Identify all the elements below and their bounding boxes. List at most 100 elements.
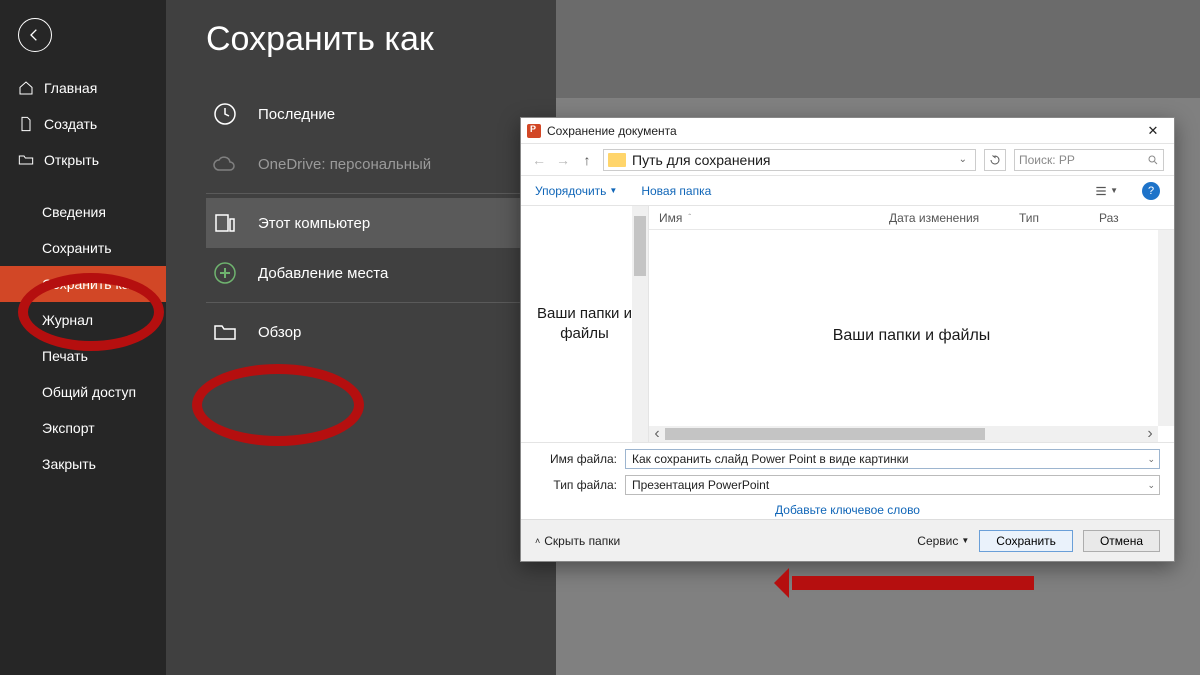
sidebar-item-history[interactable]: Журнал (0, 302, 166, 338)
label: Добавление места (258, 265, 388, 282)
label: Последние (258, 106, 335, 123)
dialog-title: Сохранение документа (547, 124, 677, 138)
nav-back-icon[interactable]: ← (531, 152, 547, 168)
sort-asc-icon: ˆ (688, 213, 691, 222)
file-list[interactable]: Имя ˆ Дата изменения Тип Раз Ваши папки и… (649, 206, 1174, 442)
label: Сохранить как (42, 276, 136, 292)
backstage-main: Сохранить как Последние OneDrive: персон… (166, 0, 556, 675)
label: Сохранить (42, 240, 112, 256)
filetype-combo[interactable]: Презентация PowerPoint ⌄ (625, 475, 1160, 495)
sidebar-item-export[interactable]: Экспорт (0, 410, 166, 446)
label: Сведения (42, 204, 106, 220)
sidebar-item-open[interactable]: Открыть (0, 142, 166, 178)
save-locations: Последние OneDrive: персональный Этот ко… (206, 89, 536, 357)
clock-icon (212, 101, 238, 127)
filename-input[interactable]: Как сохранить слайд Power Point в виде к… (625, 449, 1160, 469)
folder-icon (608, 153, 626, 167)
column-headers: Имя ˆ Дата изменения Тип Раз (649, 206, 1174, 230)
loc-add-place[interactable]: Добавление места (206, 248, 536, 298)
filetype-label: Тип файла: (535, 478, 625, 492)
filename-label: Имя файла: (535, 452, 625, 466)
sidebar-item-home[interactable]: Главная (0, 70, 166, 106)
hide-folders-toggle[interactable]: ˄ Скрыть папки (535, 534, 620, 548)
pc-icon (212, 210, 238, 236)
backstage-sidebar: Главная Создать Открыть Сведения Сохрани… (0, 0, 166, 675)
search-icon (1147, 154, 1159, 166)
dialog-fields: Имя файла: Как сохранить слайд Power Poi… (521, 442, 1174, 519)
sidebar-item-share[interactable]: Общий доступ (0, 374, 166, 410)
chevron-down-icon[interactable]: ⌄ (955, 154, 971, 165)
label: Открыть (44, 152, 99, 168)
col-type[interactable]: Тип (1019, 211, 1099, 225)
sidebar-item-print[interactable]: Печать (0, 338, 166, 374)
add-tag-link[interactable]: Добавьте ключевое слово (775, 503, 920, 517)
chevron-down-icon[interactable]: ⌄ (1147, 454, 1155, 465)
refresh-icon (989, 154, 1001, 166)
cancel-button[interactable]: Отмена (1083, 530, 1160, 552)
col-date[interactable]: Дата изменения (889, 211, 1019, 225)
label: Журнал (42, 312, 93, 328)
scroll-right-icon[interactable]: › (1142, 426, 1158, 442)
home-icon (18, 80, 34, 96)
dialog-navbar: ← → ↑ Путь для сохранения ⌄ Поиск: PP (521, 144, 1174, 176)
sidebar-item-new[interactable]: Создать (0, 106, 166, 142)
new-folder-button[interactable]: Новая папка (641, 184, 711, 198)
cloud-icon (212, 151, 238, 177)
label: Обзор (258, 324, 301, 341)
list-view-icon (1094, 183, 1108, 199)
path-annotation: Путь для сохранения (632, 152, 770, 168)
search-placeholder: Поиск: PP (1019, 153, 1147, 167)
page-title: Сохранить как (206, 20, 556, 59)
help-button[interactable]: ? (1142, 182, 1160, 200)
folder-open-icon (18, 152, 34, 168)
label: Экспорт (42, 420, 95, 436)
v-scrollbar[interactable] (1158, 230, 1174, 426)
sidebar-item-info[interactable]: Сведения (0, 194, 166, 230)
add-place-icon (212, 260, 238, 286)
folder-open-icon (212, 319, 238, 345)
nav-forward-icon[interactable]: → (555, 152, 571, 168)
chevron-down-icon[interactable]: ⌄ (1147, 480, 1155, 491)
chevron-down-icon: ▼ (609, 186, 617, 195)
label: Печать (42, 348, 88, 364)
refresh-button[interactable] (984, 149, 1006, 171)
organize-menu[interactable]: Упорядочить▼ (535, 184, 617, 198)
sidebar-item-close[interactable]: Закрыть (0, 446, 166, 482)
back-button[interactable] (18, 18, 52, 52)
arrow-left-icon (27, 27, 43, 43)
service-menu[interactable]: Сервис▼ (917, 534, 969, 548)
loc-recent[interactable]: Последние (206, 89, 536, 139)
folder-tree[interactable]: Ваши папки и файлы (521, 206, 649, 442)
label: Создать (44, 116, 97, 132)
sidebar-item-save[interactable]: Сохранить (0, 230, 166, 266)
nav-up-icon[interactable]: ↑ (579, 152, 595, 168)
dialog-titlebar: Сохранение документа ✕ (521, 118, 1174, 144)
col-name[interactable]: Имя (659, 211, 682, 225)
file-icon (18, 116, 34, 132)
tree-scrollbar[interactable] (632, 206, 648, 442)
loc-onedrive[interactable]: OneDrive: персональный (206, 139, 536, 189)
scroll-left-icon[interactable]: ‹ (649, 426, 665, 442)
label: Этот компьютер (258, 215, 370, 232)
save-dialog: Сохранение документа ✕ ← → ↑ Путь для со… (520, 117, 1175, 562)
search-field[interactable]: Поиск: PP (1014, 149, 1164, 171)
list-annotation: Ваши папки и файлы (833, 327, 991, 345)
loc-browse[interactable]: Обзор (206, 307, 536, 357)
view-button[interactable]: ▼ (1094, 180, 1118, 202)
dialog-body: Ваши папки и файлы Имя ˆ Дата изменения Т… (521, 206, 1174, 442)
dialog-toolbar: Упорядочить▼ Новая папка ▼ ? (521, 176, 1174, 206)
label: Главная (44, 80, 97, 96)
chevron-down-icon: ▼ (1110, 186, 1118, 195)
save-button[interactable]: Сохранить (979, 530, 1073, 552)
loc-this-pc[interactable]: Этот компьютер (206, 198, 536, 248)
sidebar-item-save-as[interactable]: Сохранить как (0, 266, 166, 302)
chevron-up-icon: ˄ (535, 536, 540, 546)
address-bar[interactable]: Путь для сохранения ⌄ (603, 149, 976, 171)
close-button[interactable]: ✕ (1138, 123, 1168, 139)
h-scrollbar[interactable]: ‹ › (649, 426, 1158, 442)
label: OneDrive: персональный (258, 156, 431, 173)
label: Общий доступ (42, 384, 136, 400)
label: Закрыть (42, 456, 96, 472)
chevron-down-icon: ▼ (961, 536, 969, 545)
col-size[interactable]: Раз (1099, 211, 1174, 225)
